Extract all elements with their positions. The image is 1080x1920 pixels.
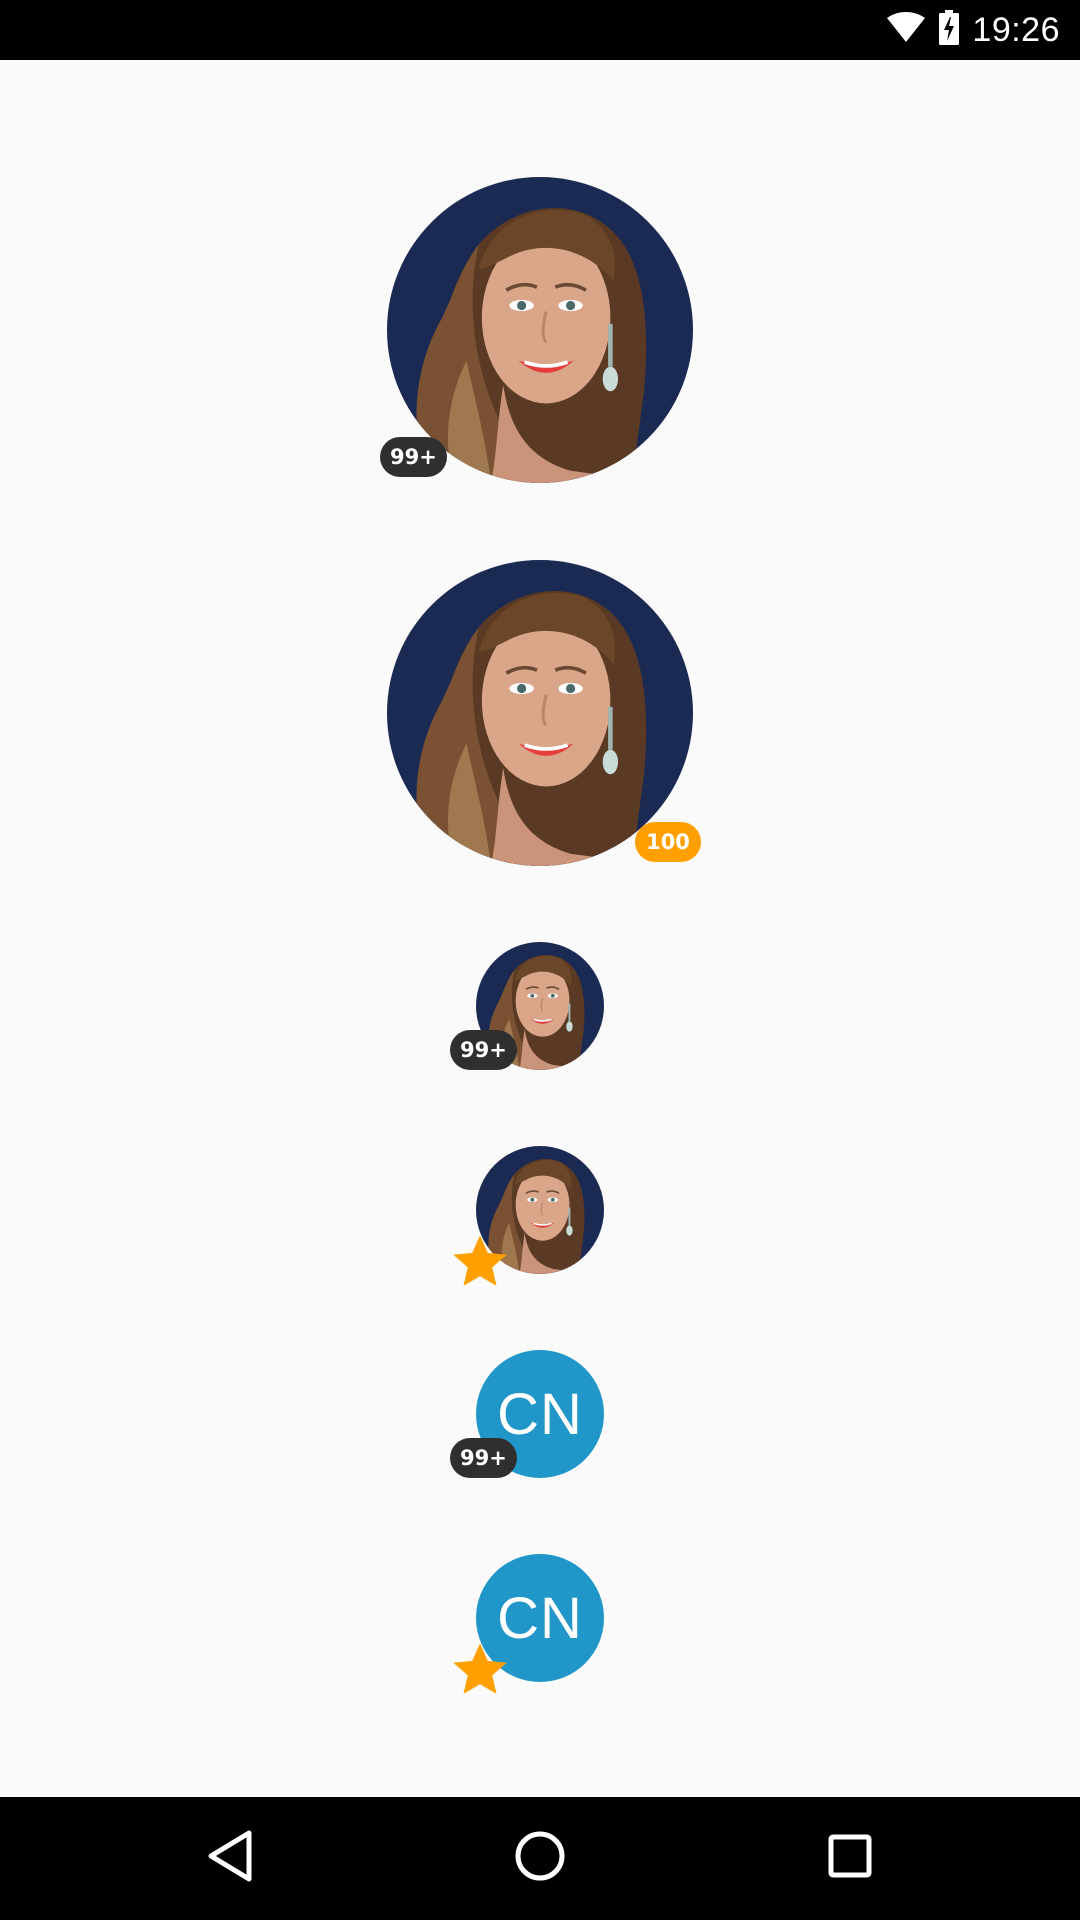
home-button[interactable] [480, 1797, 600, 1920]
avatar-item-1[interactable]: 99+ [380, 177, 693, 483]
avatar-item-3[interactable]: 99+ [450, 942, 604, 1070]
avatar-photo [387, 560, 693, 866]
star-icon [448, 1230, 512, 1294]
avatar-item-6[interactable]: CN [476, 1554, 604, 1682]
notification-count-badge: 99+ [450, 1030, 517, 1070]
status-bar-right: 19:26 [886, 0, 1060, 60]
star-icon [448, 1638, 512, 1702]
notification-count-badge: 99+ [450, 1438, 517, 1478]
recents-button[interactable] [790, 1797, 910, 1920]
avatar-list: 99+ 100 99+ CN 99+ CN [0, 60, 1080, 1797]
battery-charging-icon [938, 9, 960, 51]
back-button[interactable] [170, 1797, 290, 1920]
back-icon [205, 1829, 255, 1888]
wifi-icon [886, 11, 926, 49]
avatar-item-5[interactable]: CN 99+ [450, 1350, 604, 1478]
notification-count-badge: 99+ [380, 437, 447, 477]
status-time: 19:26 [972, 10, 1060, 49]
navigation-bar [0, 1797, 1080, 1920]
recents-icon [827, 1833, 873, 1884]
status-bar: 19:26 [0, 0, 1080, 60]
avatar-item-4[interactable] [476, 1146, 604, 1274]
avatar-item-2[interactable]: 100 [387, 560, 701, 866]
notification-count-badge: 100 [635, 822, 701, 862]
home-icon [514, 1830, 566, 1887]
